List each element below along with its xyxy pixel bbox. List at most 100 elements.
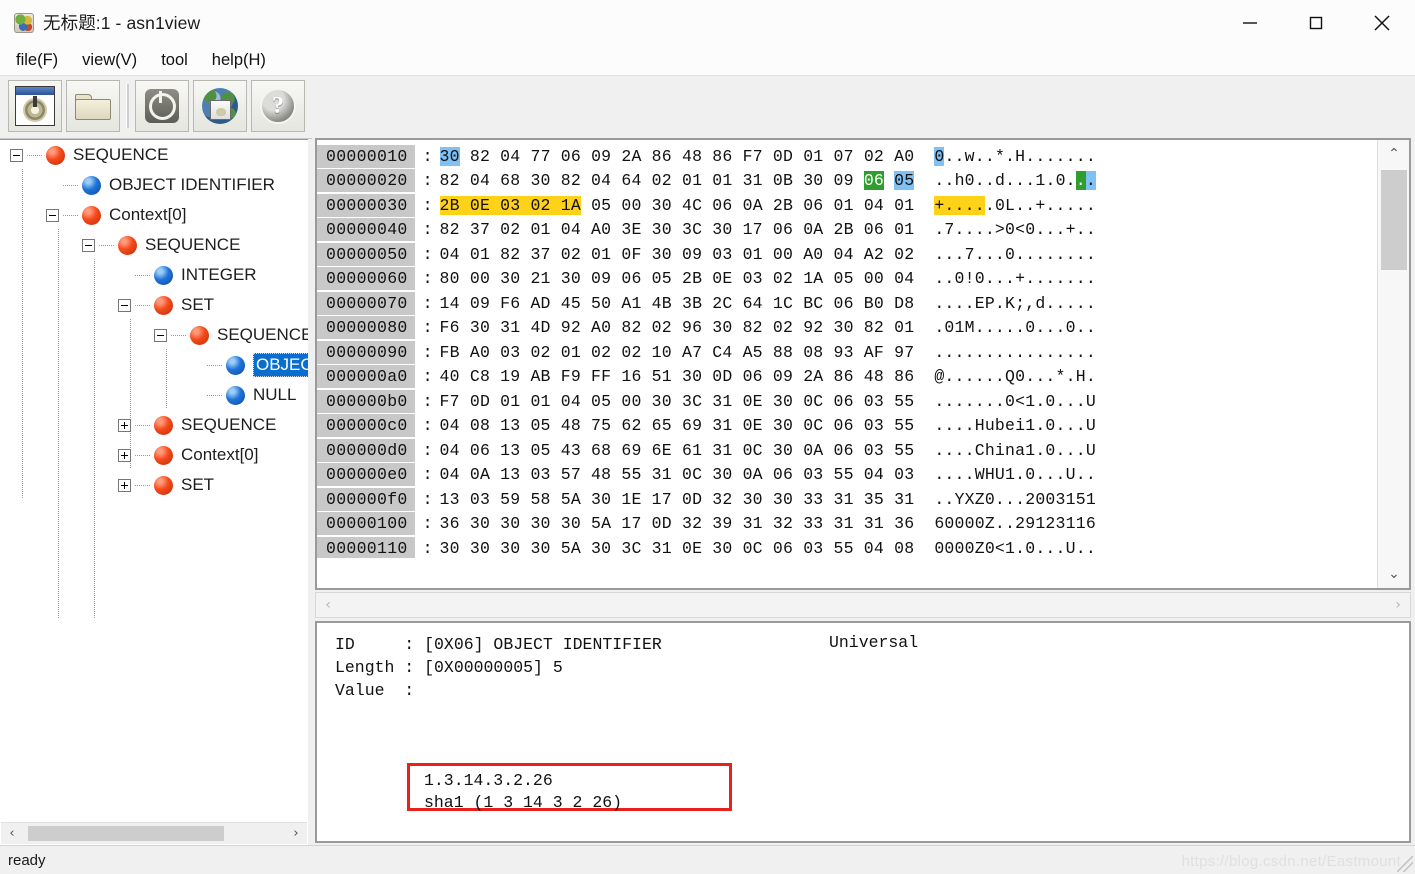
expander-plus-icon[interactable] [118,418,131,432]
tree-node-label: SEQUENCE [145,235,241,254]
hex-row[interactable]: 00000100:36 30 30 30 30 5A 17 0D 32 39 3… [317,512,1377,537]
scroll-right-arrow-icon[interactable]: › [1386,593,1410,617]
tree-node-sequence-root[interactable]: SEQUENCE [10,140,168,170]
hex-row[interactable]: 00000010:30 82 04 77 06 09 2A 86 48 86 F… [317,144,1377,169]
node-ball-blue-icon [154,265,173,285]
hex-row[interactable]: 00000030:2B 0E 03 02 1A 05 00 30 4C 06 0… [317,193,1377,218]
expander-minus-icon[interactable] [46,208,59,222]
hex-row[interactable]: 00000040:82 37 02 01 04 A0 3E 30 3C 30 1… [317,218,1377,243]
hex-ascii: ..0!0...+....... [934,269,1096,289]
tree-node-sequence-lvl2[interactable]: SEQUENCE [82,230,240,260]
tree-node-set-lvl3[interactable]: SET [118,290,214,320]
hex-row[interactable]: 000000e0:04 0A 13 03 57 48 55 31 0C 30 0… [317,463,1377,488]
hex-rows-container[interactable]: 00000010:30 82 04 77 06 09 2A 86 48 86 F… [317,140,1377,558]
node-ball-red-icon [118,235,137,255]
toolbar-help-button[interactable]: ? [251,80,305,132]
hex-row[interactable]: 000000c0:04 08 13 05 48 75 62 65 69 31 0… [317,414,1377,439]
expander-minus-icon[interactable] [118,298,131,312]
tree-node-object-identifier[interactable]: OBJECT IDENTIFIER [46,170,275,200]
hex-row[interactable]: 000000f0:13 03 59 58 5A 30 1E 17 0D 32 3… [317,487,1377,512]
hex-view-panel: 00000010:30 82 04 77 06 09 2A 86 48 86 F… [315,138,1411,590]
asn1-tree[interactable]: SEQUENCE OBJECT IDENTIFIER Context[0] SE… [0,140,308,810]
hex-ascii: ..h0..d...1.0... [934,171,1097,191]
app-icon [14,12,34,33]
tree-node-object-identifier-selected[interactable]: OBJECT IDE [190,350,308,380]
scroll-right-arrow-icon[interactable]: › [285,823,307,845]
detail-panel: ID : [0X06] OBJECT IDENTIFIER Length : [… [315,621,1411,843]
hex-colon: : [422,244,433,264]
hex-vertical-scrollbar[interactable]: ⌃ ⌄ [1377,140,1409,588]
resize-grip-icon[interactable] [1397,856,1413,872]
hex-bytes: 80 00 30 21 30 09 06 05 2B 0E 03 02 1A 0… [439,269,915,289]
tree-scrollbar-thumb[interactable] [28,826,224,841]
hex-row[interactable]: 00000090: FB A0 03 02 01 02 02 10 A7 C4 A… [317,340,1377,365]
toolbar-decode-button[interactable] [135,80,189,132]
tree-node-label: Context[0] [181,445,259,464]
hex-address: 00000070 [317,291,415,315]
expander-plus-icon[interactable] [118,448,131,462]
node-ball-blue-icon [226,355,245,375]
tree-rail [94,259,95,619]
help-question-icon: ? [258,86,298,126]
globe-image-icon [200,86,240,126]
menu-file[interactable]: file(F) [6,49,68,72]
menu-help[interactable]: help(H) [202,49,276,72]
expander-plus-icon[interactable] [118,478,131,492]
tree-node-set-collapsed[interactable]: SET [118,470,214,500]
hex-address: 000000a0 [317,365,415,389]
hex-bytes: 13 03 59 58 5A 30 1E 17 0D 32 30 30 33 3… [439,489,915,509]
scroll-left-arrow-icon[interactable]: ‹ [316,593,340,617]
scroll-up-arrow-icon[interactable]: ⌃ [1378,140,1410,168]
hex-bytes: FB A0 03 02 01 02 02 10 A7 C4 A5 88 08 9… [439,342,915,362]
hex-row[interactable]: 00000070:14 09 F6 AD 45 50 A1 4B 3B 2C 6… [317,291,1377,316]
node-ball-blue-icon [82,175,101,195]
hex-bytes: F6 30 31 4D 92 A0 82 02 96 30 82 02 92 3… [439,318,915,338]
hex-row[interactable]: 000000b0: F7 0D 01 01 04 05 00 30 3C 31 0… [317,389,1377,414]
node-ball-red-icon [154,415,173,435]
hex-row[interactable]: 000000d0:04 06 13 05 43 68 69 6E 61 31 0… [317,438,1377,463]
tree-horizontal-scrollbar[interactable]: ‹ › [1,822,307,844]
scroll-down-arrow-icon[interactable]: ⌄ [1378,560,1410,588]
hex-row[interactable]: 00000110:30 30 30 30 5A 30 3C 31 0E 30 0… [317,536,1377,558]
tree-node-sequence-lvl4[interactable]: SEQUENCE [154,320,308,350]
hex-bytes: 2B 0E 03 02 1A 05 00 30 4C 06 0A 2B 06 0… [439,195,915,215]
expander-minus-icon[interactable] [10,148,23,162]
hex-address: 000000b0 [317,389,415,413]
hex-bytes: 36 30 30 30 30 5A 17 0D 32 39 31 32 33 3… [439,514,915,534]
tree-node-sequence-collapsed[interactable]: SEQUENCE [118,410,276,440]
hex-highlight-green: . [1075,171,1086,191]
expander-minus-icon[interactable] [154,328,167,342]
hex-ascii: @......Q0...*.H. [934,367,1096,387]
tree-connector [135,424,151,426]
hex-row[interactable]: 00000060:80 00 30 21 30 09 06 05 2B 0E 0… [317,267,1377,292]
expander-minus-icon[interactable] [82,238,95,252]
maximize-button[interactable] [1283,0,1349,45]
scroll-left-arrow-icon[interactable]: ‹ [1,823,23,845]
hex-row[interactable]: 00000020:82 04 68 30 82 04 64 02 01 01 3… [317,169,1377,194]
toolbar-new-button[interactable] [8,80,62,132]
hex-row[interactable]: 00000050:04 01 82 37 02 01 0F 30 09 03 0… [317,242,1377,267]
toolbar-export-button[interactable] [193,80,247,132]
hex-address: 00000020 [317,169,415,193]
hex-bytes: F7 0D 01 01 04 05 00 30 3C 31 0E 30 0C 0… [439,391,915,411]
tree-connector [63,214,79,216]
hex-colon: : [422,318,433,338]
hex-row[interactable]: 00000080: F6 30 31 4D 92 A0 82 02 96 30 8… [317,316,1377,341]
hex-row[interactable]: 000000a0:40 C8 19 AB F9 FF 16 51 30 0D 0… [317,365,1377,390]
minimize-button[interactable] [1217,0,1283,45]
tree-node-null[interactable]: NULL [190,380,296,410]
menu-view[interactable]: view(V) [72,49,147,72]
tree-node-label: SET [181,295,215,314]
asn1view-window: 无标题:1 - asn1view file(F) view(V) tool he… [0,0,1415,874]
tree-node-context0[interactable]: Context[0] [46,200,187,230]
hex-horizontal-scrollbar[interactable]: ‹ › [315,592,1411,618]
hex-ascii: .7....>0<0...+.. [934,220,1096,240]
close-button[interactable] [1349,0,1415,45]
tree-node-integer[interactable]: INTEGER [118,260,257,290]
toolbar-open-button[interactable] [66,80,120,132]
menu-tool[interactable]: tool [151,49,198,72]
hex-colon: : [422,538,433,558]
hex-scrollbar-thumb[interactable] [1381,170,1407,270]
tree-node-context0-collapsed[interactable]: Context[0] [118,440,259,470]
hex-bytes: 30 30 30 30 5A 30 3C 31 0E 30 0C 06 03 5… [439,538,915,558]
